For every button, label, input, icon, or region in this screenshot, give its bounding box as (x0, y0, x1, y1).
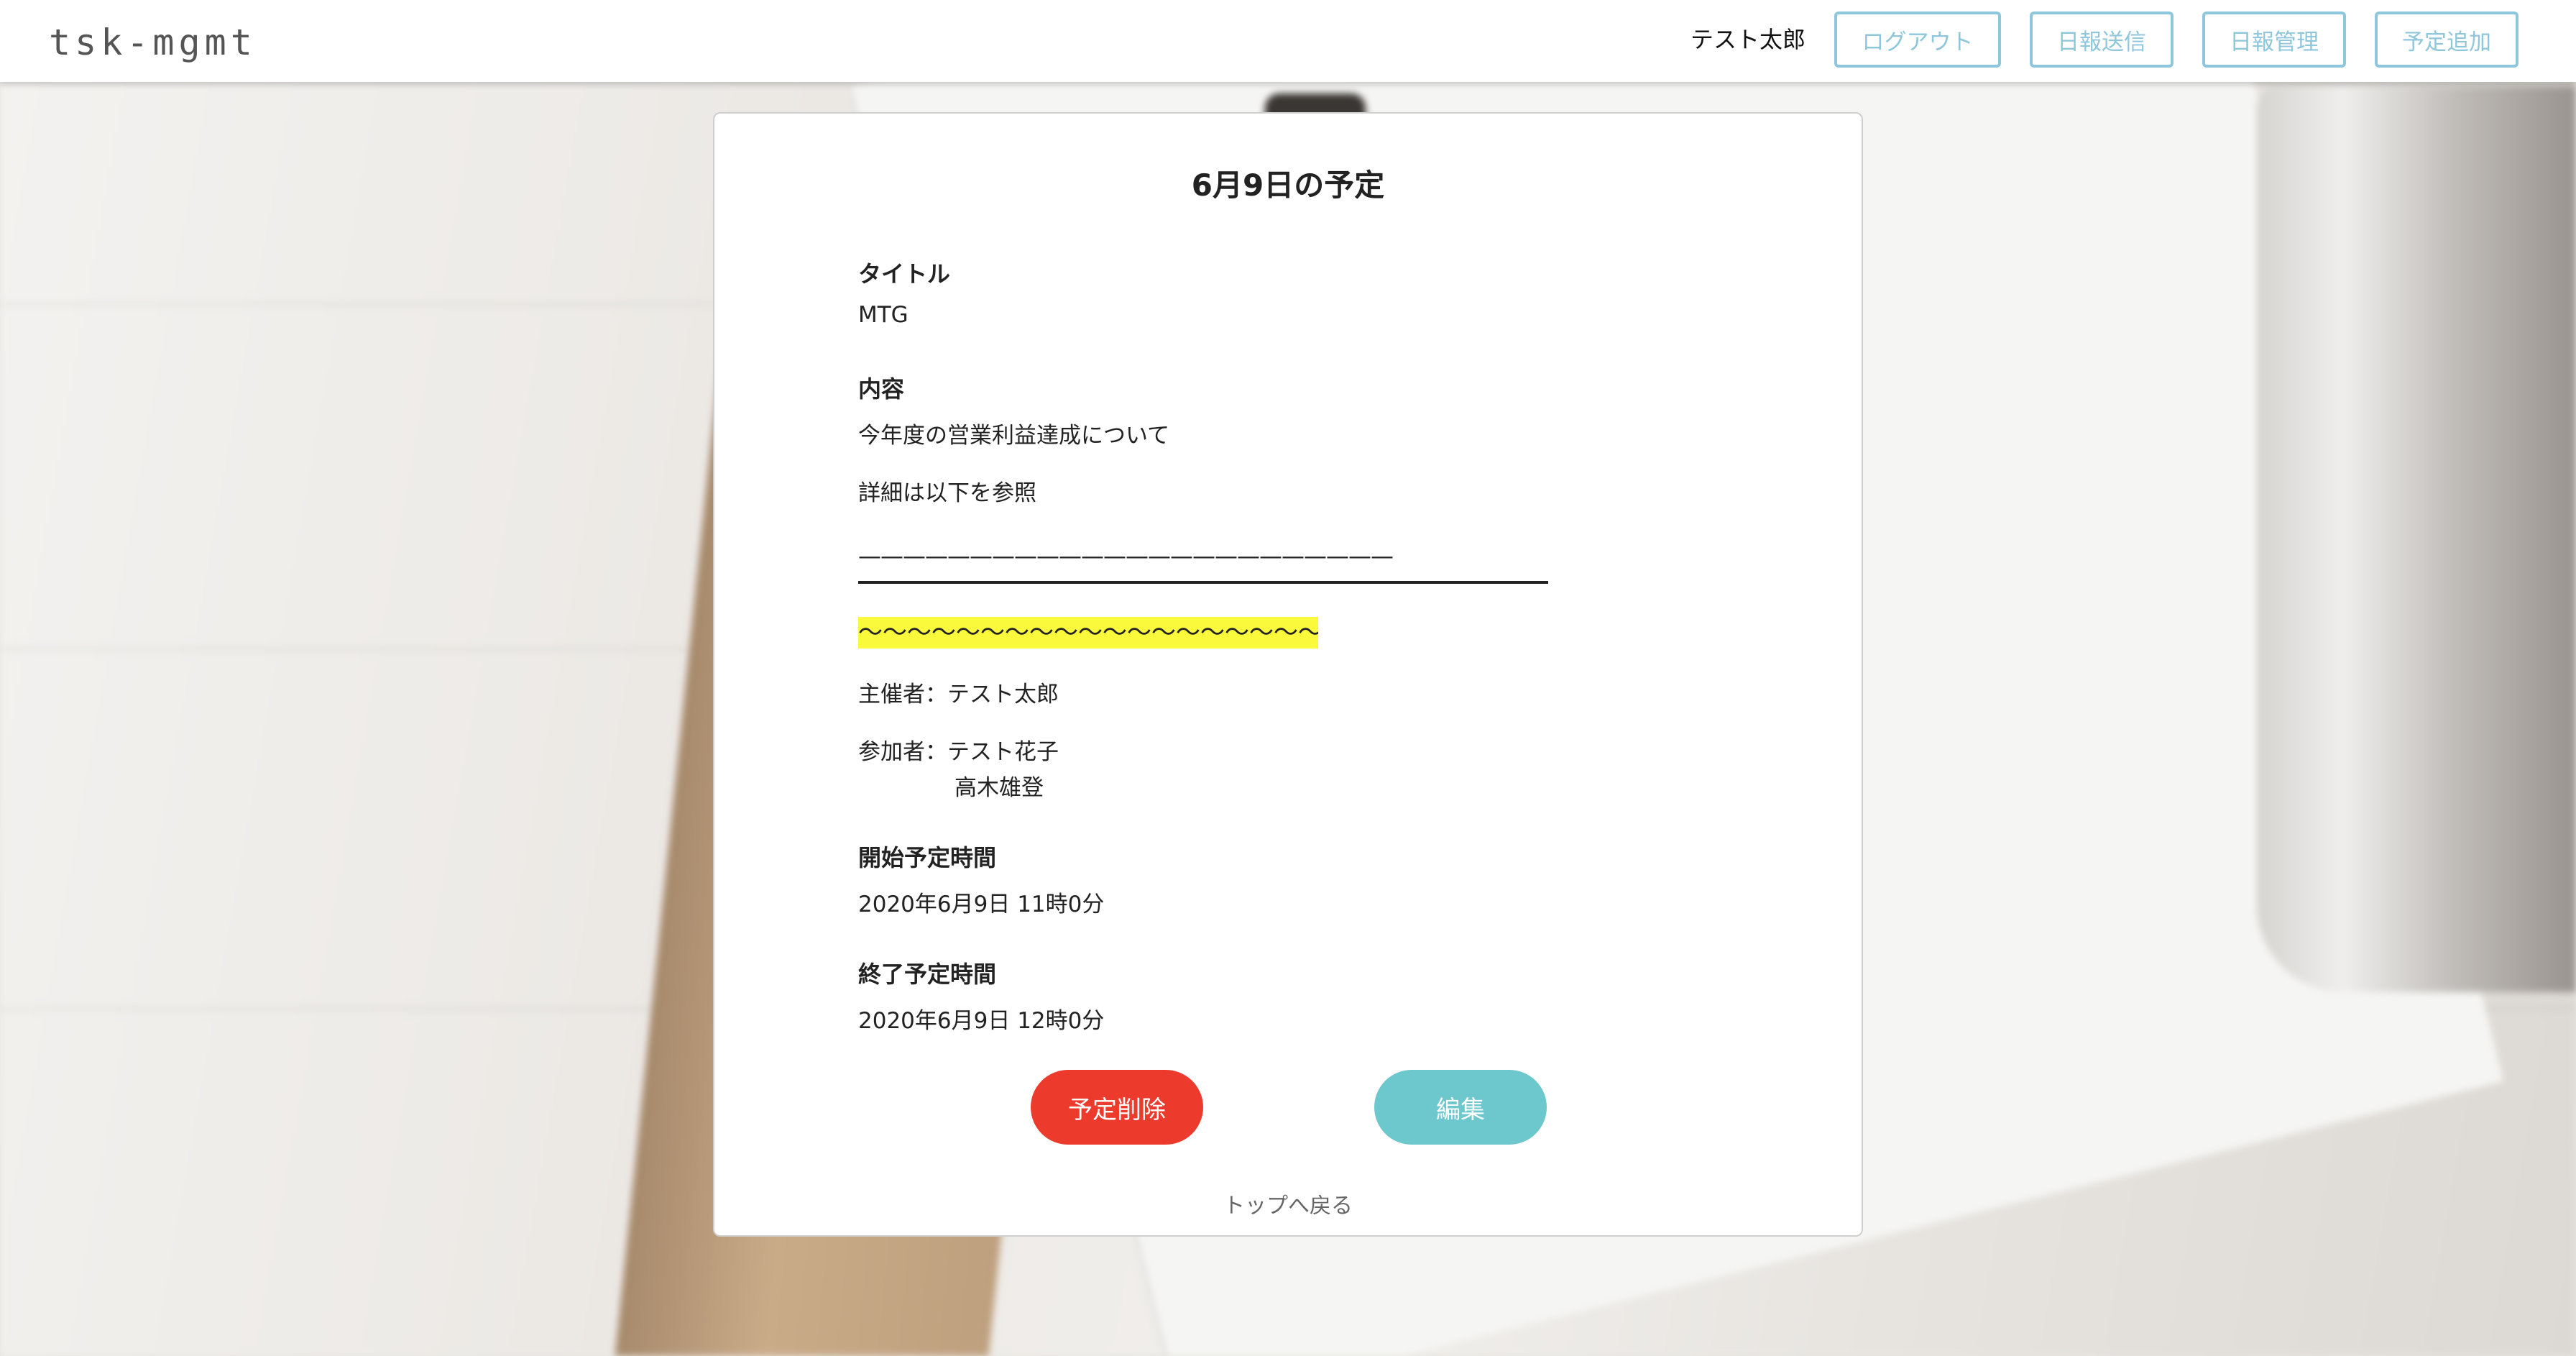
app-logo[interactable]: tsk-mgmt (49, 22, 257, 63)
content-highlighted-text: 〜〜〜〜〜〜〜〜〜〜〜〜〜〜〜〜〜〜〜〜〜 (858, 617, 1318, 649)
content-line: 詳細は以下を参照 (858, 480, 1036, 506)
send-report-button[interactable]: 日報送信 (2030, 12, 2174, 68)
logout-button[interactable]: ログアウト (1834, 12, 2001, 68)
edit-schedule-button[interactable]: 編集 (1374, 1070, 1547, 1145)
content-line: 今年度の営業利益達成について (858, 423, 1170, 449)
current-user-name: テスト太郎 (1690, 26, 1806, 53)
start-time-label: 開始予定時間 (858, 844, 997, 871)
organizer-text: 主催者：テスト太郎 (858, 682, 1059, 707)
content-label: 内容 (858, 375, 905, 403)
end-time-label: 終了予定時間 (858, 961, 997, 988)
start-time-value: 2020年6月9日 11時0分 (858, 892, 1105, 917)
top-navbar: tsk-mgmt テスト太郎 ログアウト 日報送信 日報管理 予定追加 (0, 0, 2576, 82)
participants-text: 高木雄登 (954, 775, 1044, 801)
add-schedule-button[interactable]: 予定追加 (2375, 12, 2518, 68)
delete-schedule-button[interactable]: 予定削除 (1031, 1070, 1203, 1145)
end-time-value: 2020年6月9日 12時0分 (858, 1008, 1105, 1034)
content-dash-line: ———————————————————————— (858, 542, 1394, 569)
participants-text: 参加者：テスト花子 (858, 739, 1059, 765)
manage-report-button[interactable]: 日報管理 (2202, 12, 2346, 68)
page-title: 6月9日の予定 (1191, 168, 1385, 203)
content-divider (858, 581, 1548, 584)
title-value: MTG (858, 302, 908, 328)
back-to-top-link[interactable]: トップへ戻る (714, 1188, 1862, 1219)
title-label: タイトル (858, 260, 951, 288)
background-cup (2257, 86, 2576, 992)
schedule-detail-card: 6月9日の予定 タイトル MTG 内容 今年度の営業利益達成について 詳細は以下… (713, 112, 1863, 1237)
